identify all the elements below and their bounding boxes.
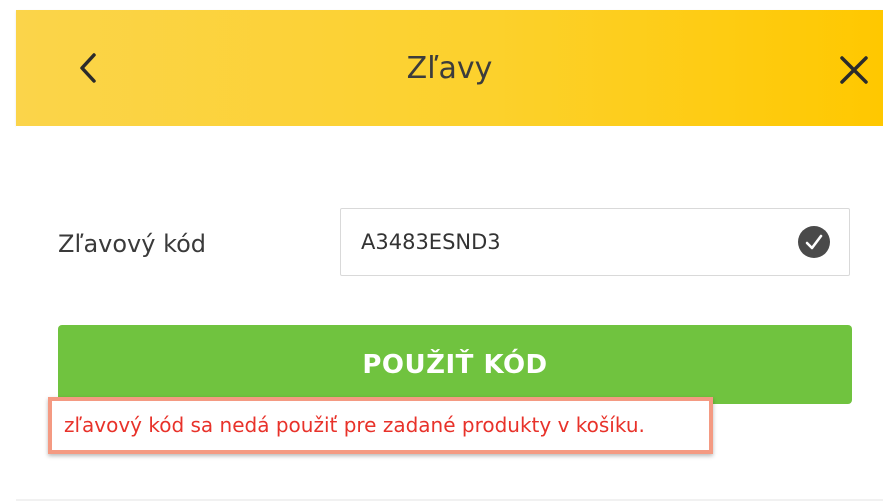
discount-code-input[interactable] bbox=[361, 209, 781, 275]
discount-code-field[interactable] bbox=[340, 208, 850, 276]
back-button[interactable] bbox=[68, 48, 108, 88]
apply-code-button[interactable]: POUŽIŤ KÓD bbox=[58, 325, 852, 404]
header-bar: Zľavy bbox=[16, 10, 883, 126]
discount-form: Zľavový kód POUŽIŤ KÓD zľavový kód sa ne… bbox=[16, 126, 883, 501]
check-circle-icon bbox=[798, 226, 830, 258]
discount-screen: Zľavy Zľavový kód POUŽIŤ KÓD zľavový kód… bbox=[0, 0, 883, 501]
top-strip bbox=[0, 0, 883, 10]
error-message-box: zľavový kód sa nedá použiť pre zadané pr… bbox=[48, 397, 713, 454]
chevron-left-icon bbox=[80, 53, 96, 83]
error-message: zľavový kód sa nedá použiť pre zadané pr… bbox=[64, 413, 645, 437]
close-button[interactable] bbox=[834, 50, 874, 90]
page-title: Zľavy bbox=[406, 50, 493, 86]
discount-code-label: Zľavový kód bbox=[58, 230, 207, 258]
close-icon bbox=[840, 56, 868, 84]
